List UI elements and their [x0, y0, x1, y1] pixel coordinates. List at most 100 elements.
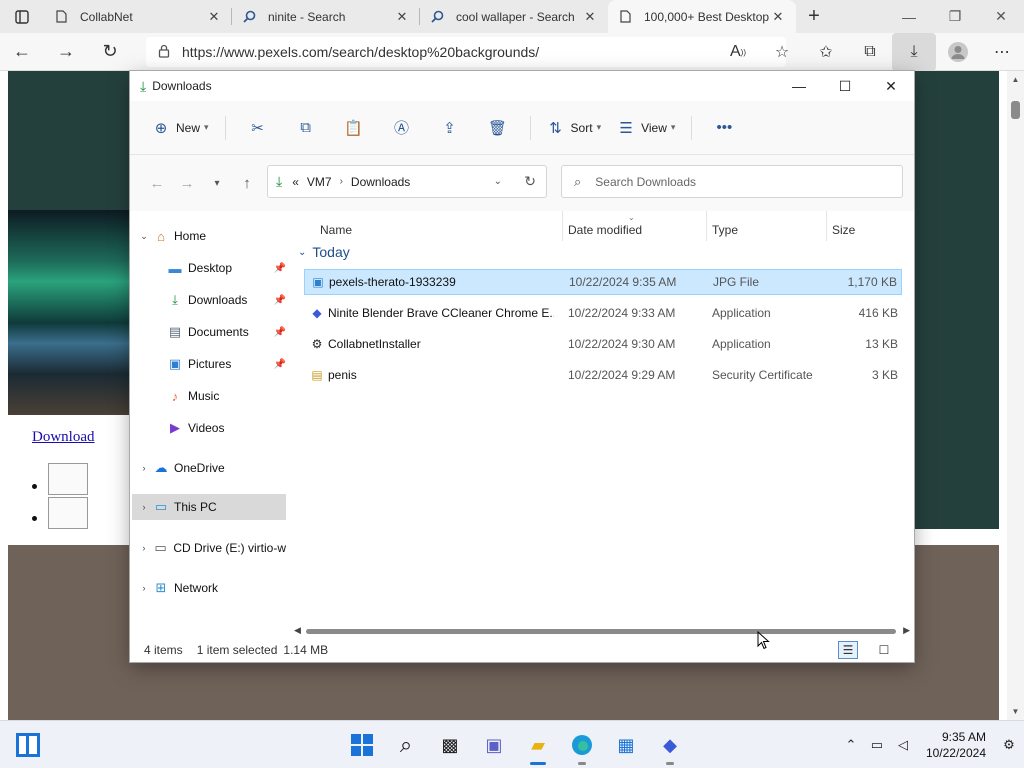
chevron-right-icon[interactable]: ›: [136, 583, 152, 593]
restore-icon[interactable]: ❐: [932, 0, 978, 33]
tab-close-icon[interactable]: ✕: [206, 9, 222, 25]
favorites-icon[interactable]: ✩: [804, 33, 848, 71]
webpage-button[interactable]: [48, 463, 88, 495]
file-row[interactable]: ▣ pexels-therato-1933239 10/22/2024 9:35…: [304, 269, 902, 295]
sidebar-item-this-pc[interactable]: › ▭ This PC: [132, 494, 286, 520]
browser-tab-wallpaper-search[interactable]: cool wallaper - Search ✕: [420, 0, 608, 33]
tab-actions-button[interactable]: [0, 0, 44, 33]
recent-locations-icon[interactable]: ▾: [202, 178, 232, 189]
page-scrollbar[interactable]: ▲ ▼: [1007, 71, 1024, 720]
new-button[interactable]: ⊕ New ▾: [144, 112, 217, 144]
details-view-icon[interactable]: ☰: [838, 641, 858, 659]
scroll-left-icon[interactable]: ◀: [294, 625, 301, 636]
address-bar[interactable]: https://www.pexels.com/search/desktop%20…: [146, 37, 786, 67]
add-favorite-icon[interactable]: ☆: [760, 33, 804, 71]
task-view-button[interactable]: ▩: [428, 729, 472, 761]
rename-icon[interactable]: Ⓐ: [378, 117, 426, 138]
browser-tab-collabnet[interactable]: CollabNet ✕: [44, 0, 232, 33]
close-icon[interactable]: ✕: [868, 71, 914, 101]
file-row[interactable]: ⚙ CollabnetInstaller 10/22/2024 9:30 AM …: [304, 331, 902, 357]
sidebar-item-cd-drive[interactable]: › ▭ CD Drive (E:) virtio-w: [136, 535, 286, 561]
browser-tab-ninite-search[interactable]: ninite - Search ✕: [232, 0, 420, 33]
horizontal-scrollbar[interactable]: ◀ ▶: [292, 624, 914, 638]
close-icon[interactable]: ✕: [978, 0, 1024, 33]
collections-icon[interactable]: ⧉: [848, 33, 892, 71]
sidebar-item-videos[interactable]: ▶ Videos: [166, 415, 286, 441]
up-arrow-icon[interactable]: ↑: [232, 175, 262, 192]
network-status-icon[interactable]: ▭: [864, 737, 890, 753]
forward-button[interactable]: →: [44, 33, 88, 71]
tab-close-icon[interactable]: ✕: [394, 9, 410, 25]
column-header-date-modified[interactable]: Date modified: [568, 223, 642, 237]
edge-taskbar-button[interactable]: [560, 729, 604, 765]
sidebar-item-desktop[interactable]: ▬ Desktop 📌: [166, 255, 287, 281]
breadcrumb-item-downloads[interactable]: Downloads: [351, 175, 410, 189]
delete-icon[interactable]: 🗑: [474, 119, 522, 137]
chevron-down-icon[interactable]: ⌄: [136, 231, 152, 242]
chevron-right-icon[interactable]: ›: [136, 543, 152, 553]
scroll-up-icon[interactable]: ▲: [1007, 75, 1024, 84]
sidebar-item-home[interactable]: ⌄ ⌂ Home: [136, 223, 286, 249]
column-divider[interactable]: [826, 211, 827, 241]
breadcrumb[interactable]: ⤓ « VM7 › Downloads ⌄ ↻: [267, 165, 547, 198]
column-header-size[interactable]: Size: [832, 223, 855, 237]
browser-tab-pexels[interactable]: 100,000+ Best Desktop ✕: [608, 0, 796, 33]
back-button[interactable]: ←: [0, 33, 44, 71]
clock[interactable]: 9:35 AM 10/22/2024: [916, 729, 994, 761]
paste-icon[interactable]: 📋: [330, 119, 378, 137]
cut-icon[interactable]: ✂: [234, 119, 282, 137]
chevron-right-icon[interactable]: ›: [136, 502, 152, 512]
refresh-button[interactable]: ↻: [88, 33, 132, 71]
chevron-down-icon[interactable]: ⌄: [494, 176, 502, 187]
start-button[interactable]: [340, 729, 384, 761]
scrollbar-thumb[interactable]: [306, 629, 896, 634]
view-button[interactable]: ☰ View ▾: [609, 112, 683, 144]
forward-arrow-icon[interactable]: →: [172, 175, 202, 192]
scrollbar-thumb[interactable]: [1011, 101, 1020, 119]
group-header-today[interactable]: ⌄ Today: [298, 244, 350, 260]
sidebar-item-network[interactable]: › ⊞ Network: [136, 575, 286, 601]
breadcrumb-overflow[interactable]: «: [292, 175, 299, 189]
file-row[interactable]: ◆ Ninite Blender Brave CCleaner Chrome E…: [304, 300, 902, 326]
search-button[interactable]: ⌕: [384, 729, 428, 761]
new-tab-button[interactable]: +: [796, 0, 832, 33]
minimize-icon[interactable]: —: [776, 71, 822, 101]
share-icon[interactable]: ⇪: [426, 119, 474, 137]
tab-close-icon[interactable]: ✕: [770, 9, 786, 25]
tiles-view-icon[interactable]: ☐: [874, 641, 894, 659]
search-input[interactable]: ⌕ Search Downloads: [561, 165, 903, 198]
file-explorer-taskbar-button[interactable]: ▰: [516, 729, 560, 765]
scroll-right-icon[interactable]: ▶: [903, 625, 910, 636]
column-header-type[interactable]: Type: [712, 223, 738, 237]
sidebar-item-documents[interactable]: ▤ Documents 📌: [166, 319, 286, 345]
minimize-icon[interactable]: —: [886, 0, 932, 33]
chat-button[interactable]: ▣: [472, 729, 516, 761]
column-divider[interactable]: [706, 211, 707, 241]
file-row[interactable]: ▤ penis 10/22/2024 9:29 AM Security Cert…: [304, 362, 902, 388]
column-header-name[interactable]: Name: [320, 223, 352, 237]
aurora-photo[interactable]: [8, 210, 130, 415]
maximize-icon[interactable]: ☐: [822, 71, 868, 101]
more-options-icon[interactable]: ⋯: [980, 33, 1024, 71]
refresh-icon[interactable]: ↻: [524, 173, 536, 190]
chevron-up-icon[interactable]: ⌃: [838, 737, 864, 753]
volume-muted-icon[interactable]: ◁: [890, 737, 916, 753]
breadcrumb-item-vm7[interactable]: VM7: [307, 175, 332, 189]
downloads-icon[interactable]: ⤓: [892, 33, 936, 71]
sidebar-item-pictures[interactable]: ▣ Pictures 📌: [166, 351, 286, 377]
profile-avatar[interactable]: [936, 33, 980, 71]
tab-close-icon[interactable]: ✕: [582, 9, 598, 25]
sidebar-item-downloads[interactable]: ⤓ Downloads 📌: [166, 287, 286, 313]
column-divider[interactable]: [562, 211, 563, 241]
sidebar-item-music[interactable]: ♪ Music: [166, 383, 286, 409]
read-aloud-icon[interactable]: A)): [716, 33, 760, 71]
more-options-icon[interactable]: •••: [700, 119, 748, 136]
widgets-icon[interactable]: [16, 733, 40, 757]
back-arrow-icon[interactable]: ←: [142, 175, 172, 192]
sort-button[interactable]: ⇅ Sort ▾: [539, 112, 610, 144]
ninite-taskbar-button[interactable]: ◆: [648, 729, 692, 765]
store-taskbar-button[interactable]: ▦: [604, 729, 648, 761]
chevron-right-icon[interactable]: ›: [136, 463, 152, 473]
webpage-button[interactable]: [48, 497, 88, 529]
sidebar-item-onedrive[interactable]: › ☁ OneDrive: [136, 455, 286, 481]
